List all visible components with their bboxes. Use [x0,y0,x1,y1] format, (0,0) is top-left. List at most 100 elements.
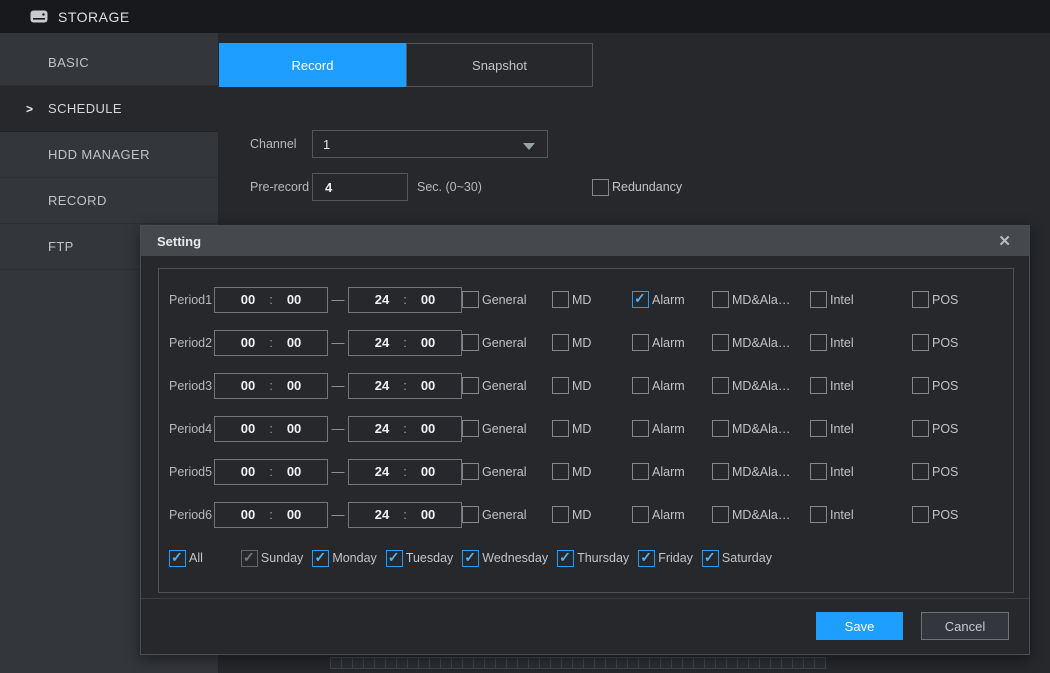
save-button[interactable]: Save [816,612,903,640]
channel-dropdown[interactable]: 1 [312,130,548,158]
period-end-time[interactable]: 24:00 [348,287,462,313]
period-row-4: Period400:00—24:00✓General✓MD✓Alarm✓MD&A… [169,407,1013,450]
dialog-titlebar: Setting ✕ [141,226,1029,256]
checkbox-md-ala--period2[interactable]: ✓ [712,334,729,351]
checkbox-md-ala--period5[interactable]: ✓ [712,463,729,480]
checkbox-alarm-period4[interactable]: ✓ [632,420,649,437]
period-end-time[interactable]: 24:00 [348,416,462,442]
redundancy-checkbox[interactable] [592,179,609,196]
checkbox-tuesday[interactable]: ✓ [386,550,403,567]
checkbox-pos-period6[interactable]: ✓ [912,506,929,523]
checkbox-monday[interactable]: ✓ [312,550,329,567]
period-end-time[interactable]: 24:00 [348,502,462,528]
checkbox-md-period3[interactable]: ✓ [552,377,569,394]
checkbox-pos-period3[interactable]: ✓ [912,377,929,394]
checkbox-md-period4[interactable]: ✓ [552,420,569,437]
checkbox-alarm-period2[interactable]: ✓ [632,334,649,351]
checkbox-md-period6[interactable]: ✓ [552,506,569,523]
record-type-cell: ✓Alarm [632,463,712,480]
checkbox-pos-period2[interactable]: ✓ [912,334,929,351]
time-colon: : [269,378,273,393]
period-start-time[interactable]: 00:00 [214,330,328,356]
prerecord-input[interactable]: 4 [312,173,408,201]
checkbox-alarm-period6[interactable]: ✓ [632,506,649,523]
sidebar-item-hdd-manager[interactable]: >HDD MANAGER [0,132,218,178]
checkbox-pos-period4[interactable]: ✓ [912,420,929,437]
tab-snapshot[interactable]: Snapshot [406,43,593,87]
close-icon[interactable]: ✕ [998,234,1011,249]
checkbox-intel-period3[interactable]: ✓ [810,377,827,394]
checkbox-thursday[interactable]: ✓ [557,550,574,567]
checkbox-md-ala--period1[interactable]: ✓ [712,291,729,308]
period-start-time[interactable]: 00:00 [214,416,328,442]
checkbox-md-period1[interactable]: ✓ [552,291,569,308]
checkbox-general-period5[interactable]: ✓ [462,463,479,480]
period-start-time[interactable]: 00:00 [214,502,328,528]
time-hour: 00 [241,335,255,350]
day-label: Saturday [722,551,772,565]
prerecord-value: 4 [325,180,332,195]
day-label: Friday [658,551,693,565]
checkbox-intel-period1[interactable]: ✓ [810,291,827,308]
checkbox-general-period6[interactable]: ✓ [462,506,479,523]
sidebar-item-label: RECORD [48,193,107,208]
record-type-cell: ✓MD [552,334,632,351]
checkbox-pos-period1[interactable]: ✓ [912,291,929,308]
checkbox-general-period4[interactable]: ✓ [462,420,479,437]
record-type-cell: ✓Intel [810,463,912,480]
checkbox-md-ala--period3[interactable]: ✓ [712,377,729,394]
record-type-cell: ✓General [462,291,552,308]
day-label: Monday [332,551,376,565]
checkmark-icon: ✓ [559,549,571,566]
period-start-time[interactable]: 00:00 [214,459,328,485]
cancel-button[interactable]: Cancel [921,612,1009,640]
day-label: Sunday [261,551,303,565]
record-type-cell: ✓Alarm [632,506,712,523]
record-type-cell: ✓MD [552,420,632,437]
sidebar-item-record[interactable]: >RECORD [0,178,218,224]
time-colon: : [403,378,407,393]
checkbox-all[interactable]: ✓ [169,550,186,567]
record-type-cell: ✓MD&Ala… [712,334,810,351]
checkbox-alarm-period3[interactable]: ✓ [632,377,649,394]
period-label: Period6 [169,508,214,522]
checkbox-alarm-period1[interactable]: ✓ [632,291,649,308]
checkbox-md-period2[interactable]: ✓ [552,334,569,351]
dialog-title: Setting [157,234,201,249]
record-type-cell: ✓MD&Ala… [712,420,810,437]
period-end-time[interactable]: 24:00 [348,330,462,356]
checkbox-friday[interactable]: ✓ [638,550,655,567]
record-type-label: Alarm [652,465,685,479]
record-type-label: MD&Ala… [732,465,790,479]
checkbox-intel-period4[interactable]: ✓ [810,420,827,437]
period-end-time[interactable]: 24:00 [348,373,462,399]
checkbox-md-ala--period4[interactable]: ✓ [712,420,729,437]
checkbox-md-ala--period6[interactable]: ✓ [712,506,729,523]
checkbox-md-period5[interactable]: ✓ [552,463,569,480]
checkbox-general-period1[interactable]: ✓ [462,291,479,308]
record-type-label: Intel [830,293,854,307]
checkbox-general-period3[interactable]: ✓ [462,377,479,394]
checkbox-intel-period5[interactable]: ✓ [810,463,827,480]
checkbox-intel-period2[interactable]: ✓ [810,334,827,351]
time-minute: 00 [421,507,435,522]
checkbox-alarm-period5[interactable]: ✓ [632,463,649,480]
sidebar-item-schedule[interactable]: >SCHEDULE [0,86,218,132]
period-start-time[interactable]: 00:00 [214,373,328,399]
checkbox-general-period2[interactable]: ✓ [462,334,479,351]
record-type-label: MD&Ala… [732,422,790,436]
record-type-cell: ✓POS [912,291,992,308]
checkbox-saturday[interactable]: ✓ [702,550,719,567]
storage-settings-page: { "header": { "title": "STORAGE" }, "sid… [0,0,1050,673]
period-end-time[interactable]: 24:00 [348,459,462,485]
checkbox-intel-period6[interactable]: ✓ [810,506,827,523]
period-start-time[interactable]: 00:00 [214,287,328,313]
period-label: Period2 [169,336,214,350]
checkbox-wednesday[interactable]: ✓ [462,550,479,567]
checkbox-pos-period5[interactable]: ✓ [912,463,929,480]
tab-record[interactable]: Record [219,43,406,87]
sidebar-item-basic[interactable]: >BASIC [0,40,218,86]
record-type-label: Alarm [652,293,685,307]
app-header: STORAGE [0,0,1050,33]
time-range-dash: — [328,378,348,393]
